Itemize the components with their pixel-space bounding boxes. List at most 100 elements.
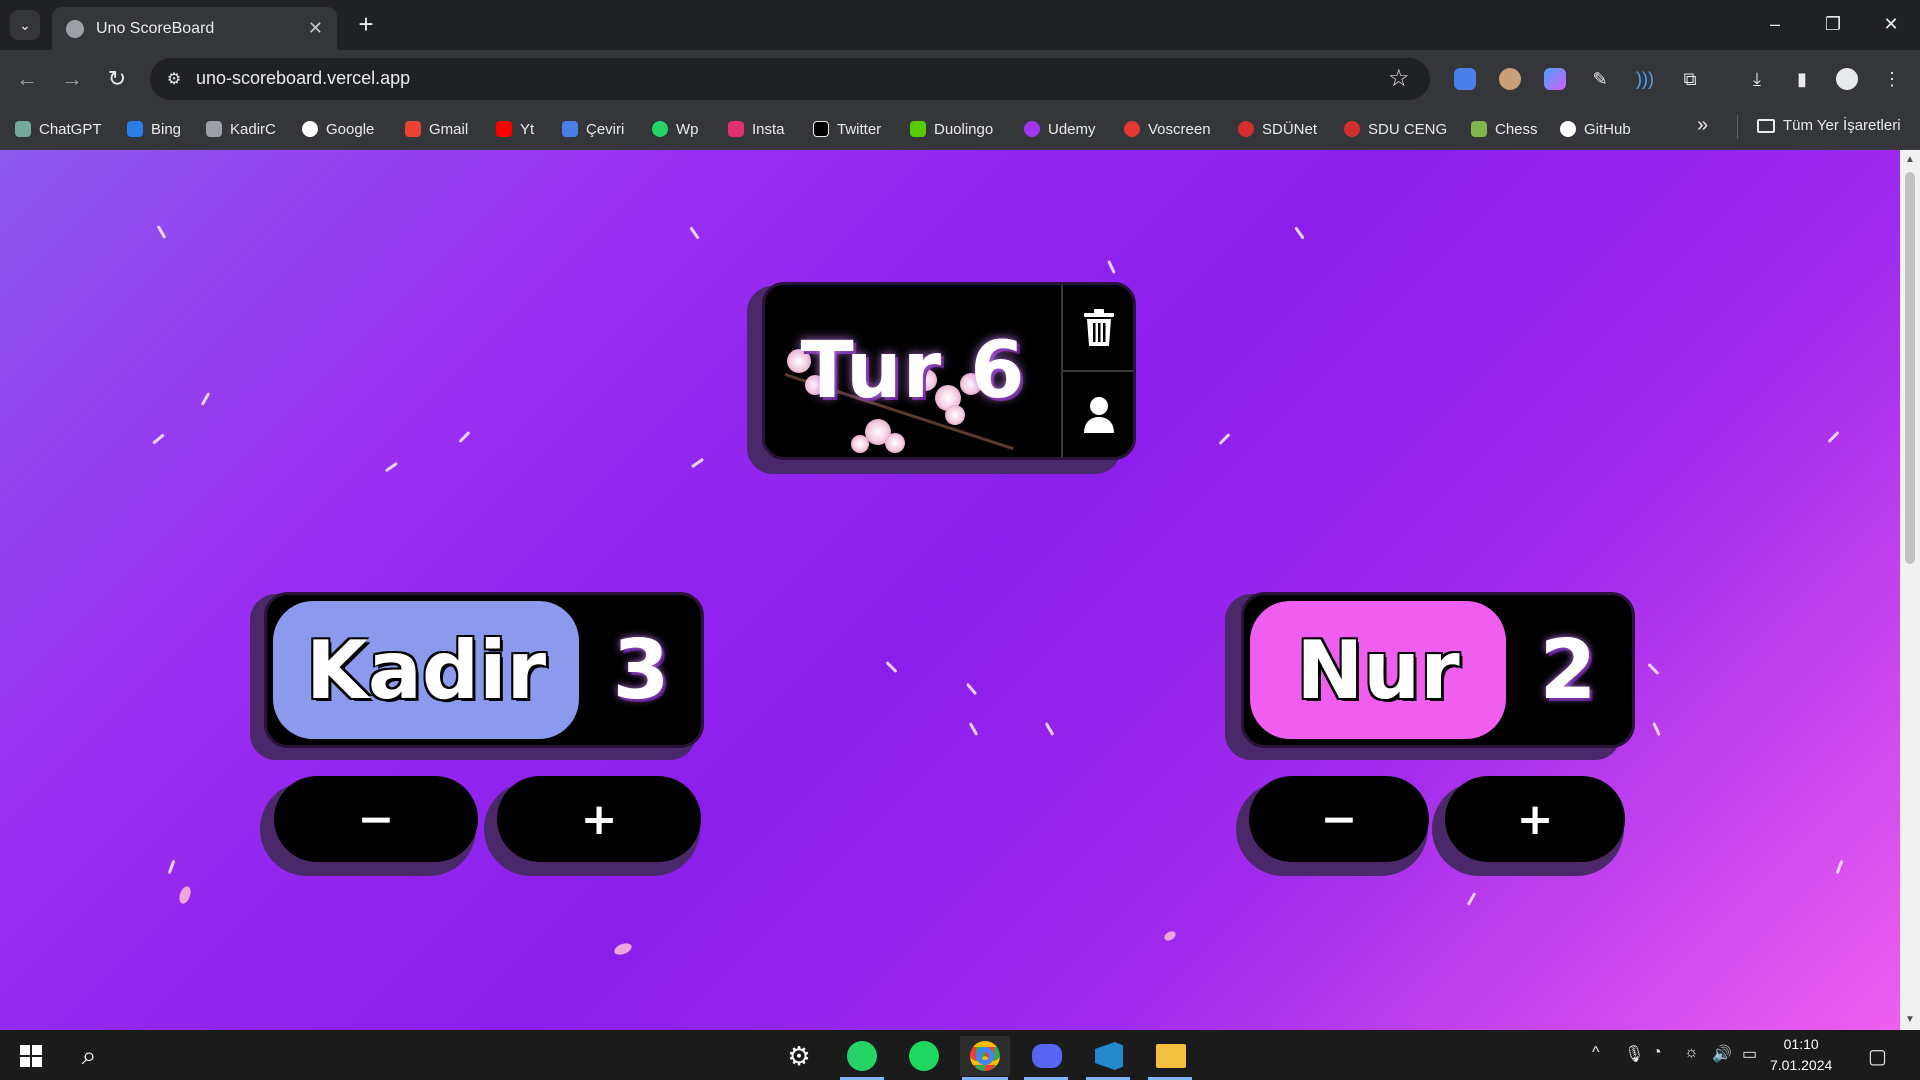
avatar-extension-icon[interactable]	[1495, 64, 1525, 94]
bookmark-chess[interactable]: Chess	[1471, 117, 1538, 141]
petal-decoration	[690, 457, 705, 469]
petal-decoration	[1652, 722, 1661, 736]
bookmark-duolingo[interactable]: Duolingo	[910, 117, 993, 141]
player-card-kadir: Kadir 3	[264, 592, 704, 748]
settings-gear-icon[interactable]: ⚙	[774, 1036, 824, 1076]
petal-decoration	[689, 226, 700, 240]
petal-decoration	[612, 941, 634, 957]
profile-avatar-icon[interactable]	[1832, 64, 1862, 94]
players-button[interactable]	[1063, 372, 1133, 457]
delete-round-button[interactable]	[1063, 285, 1133, 370]
youtube-icon	[496, 121, 512, 137]
discord-icon[interactable]	[1022, 1036, 1072, 1076]
network-icon[interactable]: ◔	[1652, 1044, 1662, 1062]
search-icon[interactable]: ⌕	[64, 1036, 114, 1076]
bookmarks-divider	[1737, 115, 1738, 139]
eyedropper-icon[interactable]: ✎	[1585, 64, 1615, 94]
petal-decoration	[1107, 260, 1116, 274]
scroll-up-arrow-icon[interactable]: ▲	[1900, 154, 1920, 165]
chevron-up-icon[interactable]: ^	[1592, 1044, 1600, 1062]
translate-icon	[562, 121, 578, 137]
windows-start-icon[interactable]	[6, 1036, 56, 1076]
bookmark-google[interactable]: Google	[302, 117, 374, 141]
duolingo-icon	[910, 121, 926, 137]
close-window-button[interactable]: ✕	[1866, 6, 1916, 42]
minimize-button[interactable]: –	[1750, 6, 1800, 42]
bookmark-chatgpt[interactable]: ChatGPT	[15, 117, 102, 141]
battery-icon[interactable]: ▭	[1742, 1044, 1757, 1064]
file-explorer-icon[interactable]	[1146, 1036, 1196, 1076]
extensions-puzzle-icon[interactable]: ⧉	[1675, 64, 1705, 94]
close-icon[interactable]: ✕	[308, 18, 323, 39]
bookmark-gmail[interactable]: Gmail	[405, 117, 468, 141]
decrement-score-button[interactable]: −	[274, 776, 478, 862]
chrome-icon[interactable]	[960, 1036, 1010, 1076]
copilot-extension-icon[interactable]	[1540, 64, 1570, 94]
github-icon	[1560, 121, 1576, 137]
system-clock[interactable]: 01:10 7.01.2024	[1770, 1034, 1832, 1076]
bookmark-yt[interactable]: Yt	[496, 117, 534, 141]
player-name: Kadir	[273, 601, 579, 739]
bing-icon	[127, 121, 143, 137]
bookmark-star-icon[interactable]: ☆	[1388, 64, 1410, 93]
back-button[interactable]: ←	[10, 62, 44, 96]
bookmark-wp[interactable]: Wp	[652, 117, 699, 141]
bookmark-udemy[interactable]: Udemy	[1024, 117, 1096, 141]
restore-button[interactable]: ❐	[1808, 6, 1858, 42]
side-panel-icon[interactable]: ▮	[1787, 64, 1817, 94]
microphone-icon[interactable]: 🎙	[1624, 1044, 1644, 1064]
petal-decoration	[1647, 662, 1660, 676]
page-scrollbar[interactable]: ▲ ▼	[1900, 150, 1920, 1030]
bookmark-twitter[interactable]: Twitter	[813, 117, 881, 141]
brightness-icon[interactable]: ☼	[1684, 1044, 1699, 1062]
more-bookmarks-icon[interactable]: »	[1697, 114, 1708, 137]
menu-kebab-icon[interactable]: ⋮	[1877, 64, 1907, 94]
player-name: Nur	[1250, 601, 1506, 739]
petal-decoration	[167, 859, 176, 875]
spotify-icon[interactable]	[899, 1036, 949, 1076]
bookmark-insta[interactable]: Insta	[728, 117, 785, 141]
bookmark-voscreen[interactable]: Voscreen	[1124, 117, 1211, 141]
player-card-nur: Nur 2	[1241, 592, 1635, 748]
download-icon[interactable]: ⤓	[1742, 64, 1772, 94]
increment-score-button[interactable]: +	[497, 776, 701, 862]
reload-button[interactable]: ↻	[100, 62, 134, 96]
notification-icon[interactable]: ▢	[1868, 1044, 1887, 1069]
volume-icon[interactable]: 🔊	[1712, 1044, 1732, 1064]
round-card: Tur 6	[762, 282, 1136, 460]
forward-button[interactable]: →	[55, 62, 89, 96]
sdu-icon	[1238, 121, 1254, 137]
new-tab-button[interactable]: +	[350, 8, 382, 40]
site-info-icon[interactable]: ⚙	[162, 67, 186, 91]
url-text[interactable]: uno-scoreboard.vercel.app	[196, 68, 410, 89]
petal-decoration	[200, 392, 211, 406]
vscode-icon[interactable]	[1084, 1036, 1134, 1076]
trash-icon	[1084, 308, 1114, 346]
player-score: 2	[1539, 622, 1597, 718]
scroll-down-arrow-icon[interactable]: ▼	[1900, 1014, 1920, 1025]
increment-score-button[interactable]: +	[1445, 776, 1625, 862]
decrement-score-button[interactable]: −	[1249, 776, 1429, 862]
x-twitter-icon	[813, 121, 829, 137]
petal-decoration	[152, 433, 165, 445]
bookmark-kadirc[interactable]: KadirC	[206, 117, 276, 141]
petal-decoration	[156, 225, 167, 239]
chess-pawn-icon	[1471, 121, 1487, 137]
active-tab[interactable]: Uno ScoreBoard ✕	[52, 7, 337, 50]
scrollbar-thumb[interactable]	[1905, 172, 1915, 564]
udemy-icon	[1024, 121, 1040, 137]
bookmark-github[interactable]: GitHub	[1560, 117, 1631, 141]
round-title: Tur 6	[800, 326, 1026, 416]
bookmark-sdu-ceng[interactable]: SDU CENG	[1344, 117, 1447, 141]
player-score: 3	[612, 622, 670, 718]
petal-decoration	[965, 682, 978, 696]
bookmark-bing[interactable]: Bing	[127, 117, 181, 141]
whatsapp-taskbar-icon[interactable]	[837, 1036, 887, 1076]
translate-extension-icon[interactable]	[1450, 64, 1480, 94]
petal-decoration	[1162, 929, 1178, 943]
all-bookmarks-button[interactable]: Tüm Yer İşaretleri	[1757, 117, 1901, 134]
tab-search-button[interactable]: ⌄	[10, 10, 40, 40]
bookmark-sdunet[interactable]: SDÜNet	[1238, 117, 1317, 141]
bookmark-ceviri[interactable]: Çeviri	[562, 117, 624, 141]
read-aloud-icon[interactable]: )))	[1630, 64, 1660, 94]
